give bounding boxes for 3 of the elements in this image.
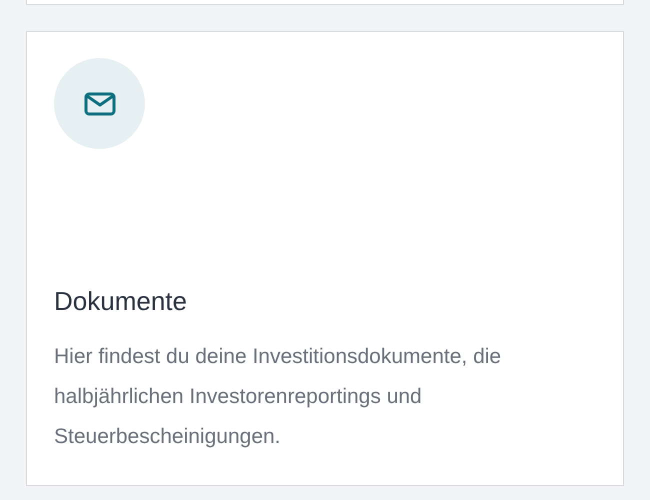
card-title: Dokumente [54, 285, 188, 317]
envelope-icon [84, 92, 116, 116]
card-description: Hier findest du deine Investitionsdokumente, die halbjährlichen Investorenreportings und Steuerbescheinigungen. [54, 344, 502, 450]
